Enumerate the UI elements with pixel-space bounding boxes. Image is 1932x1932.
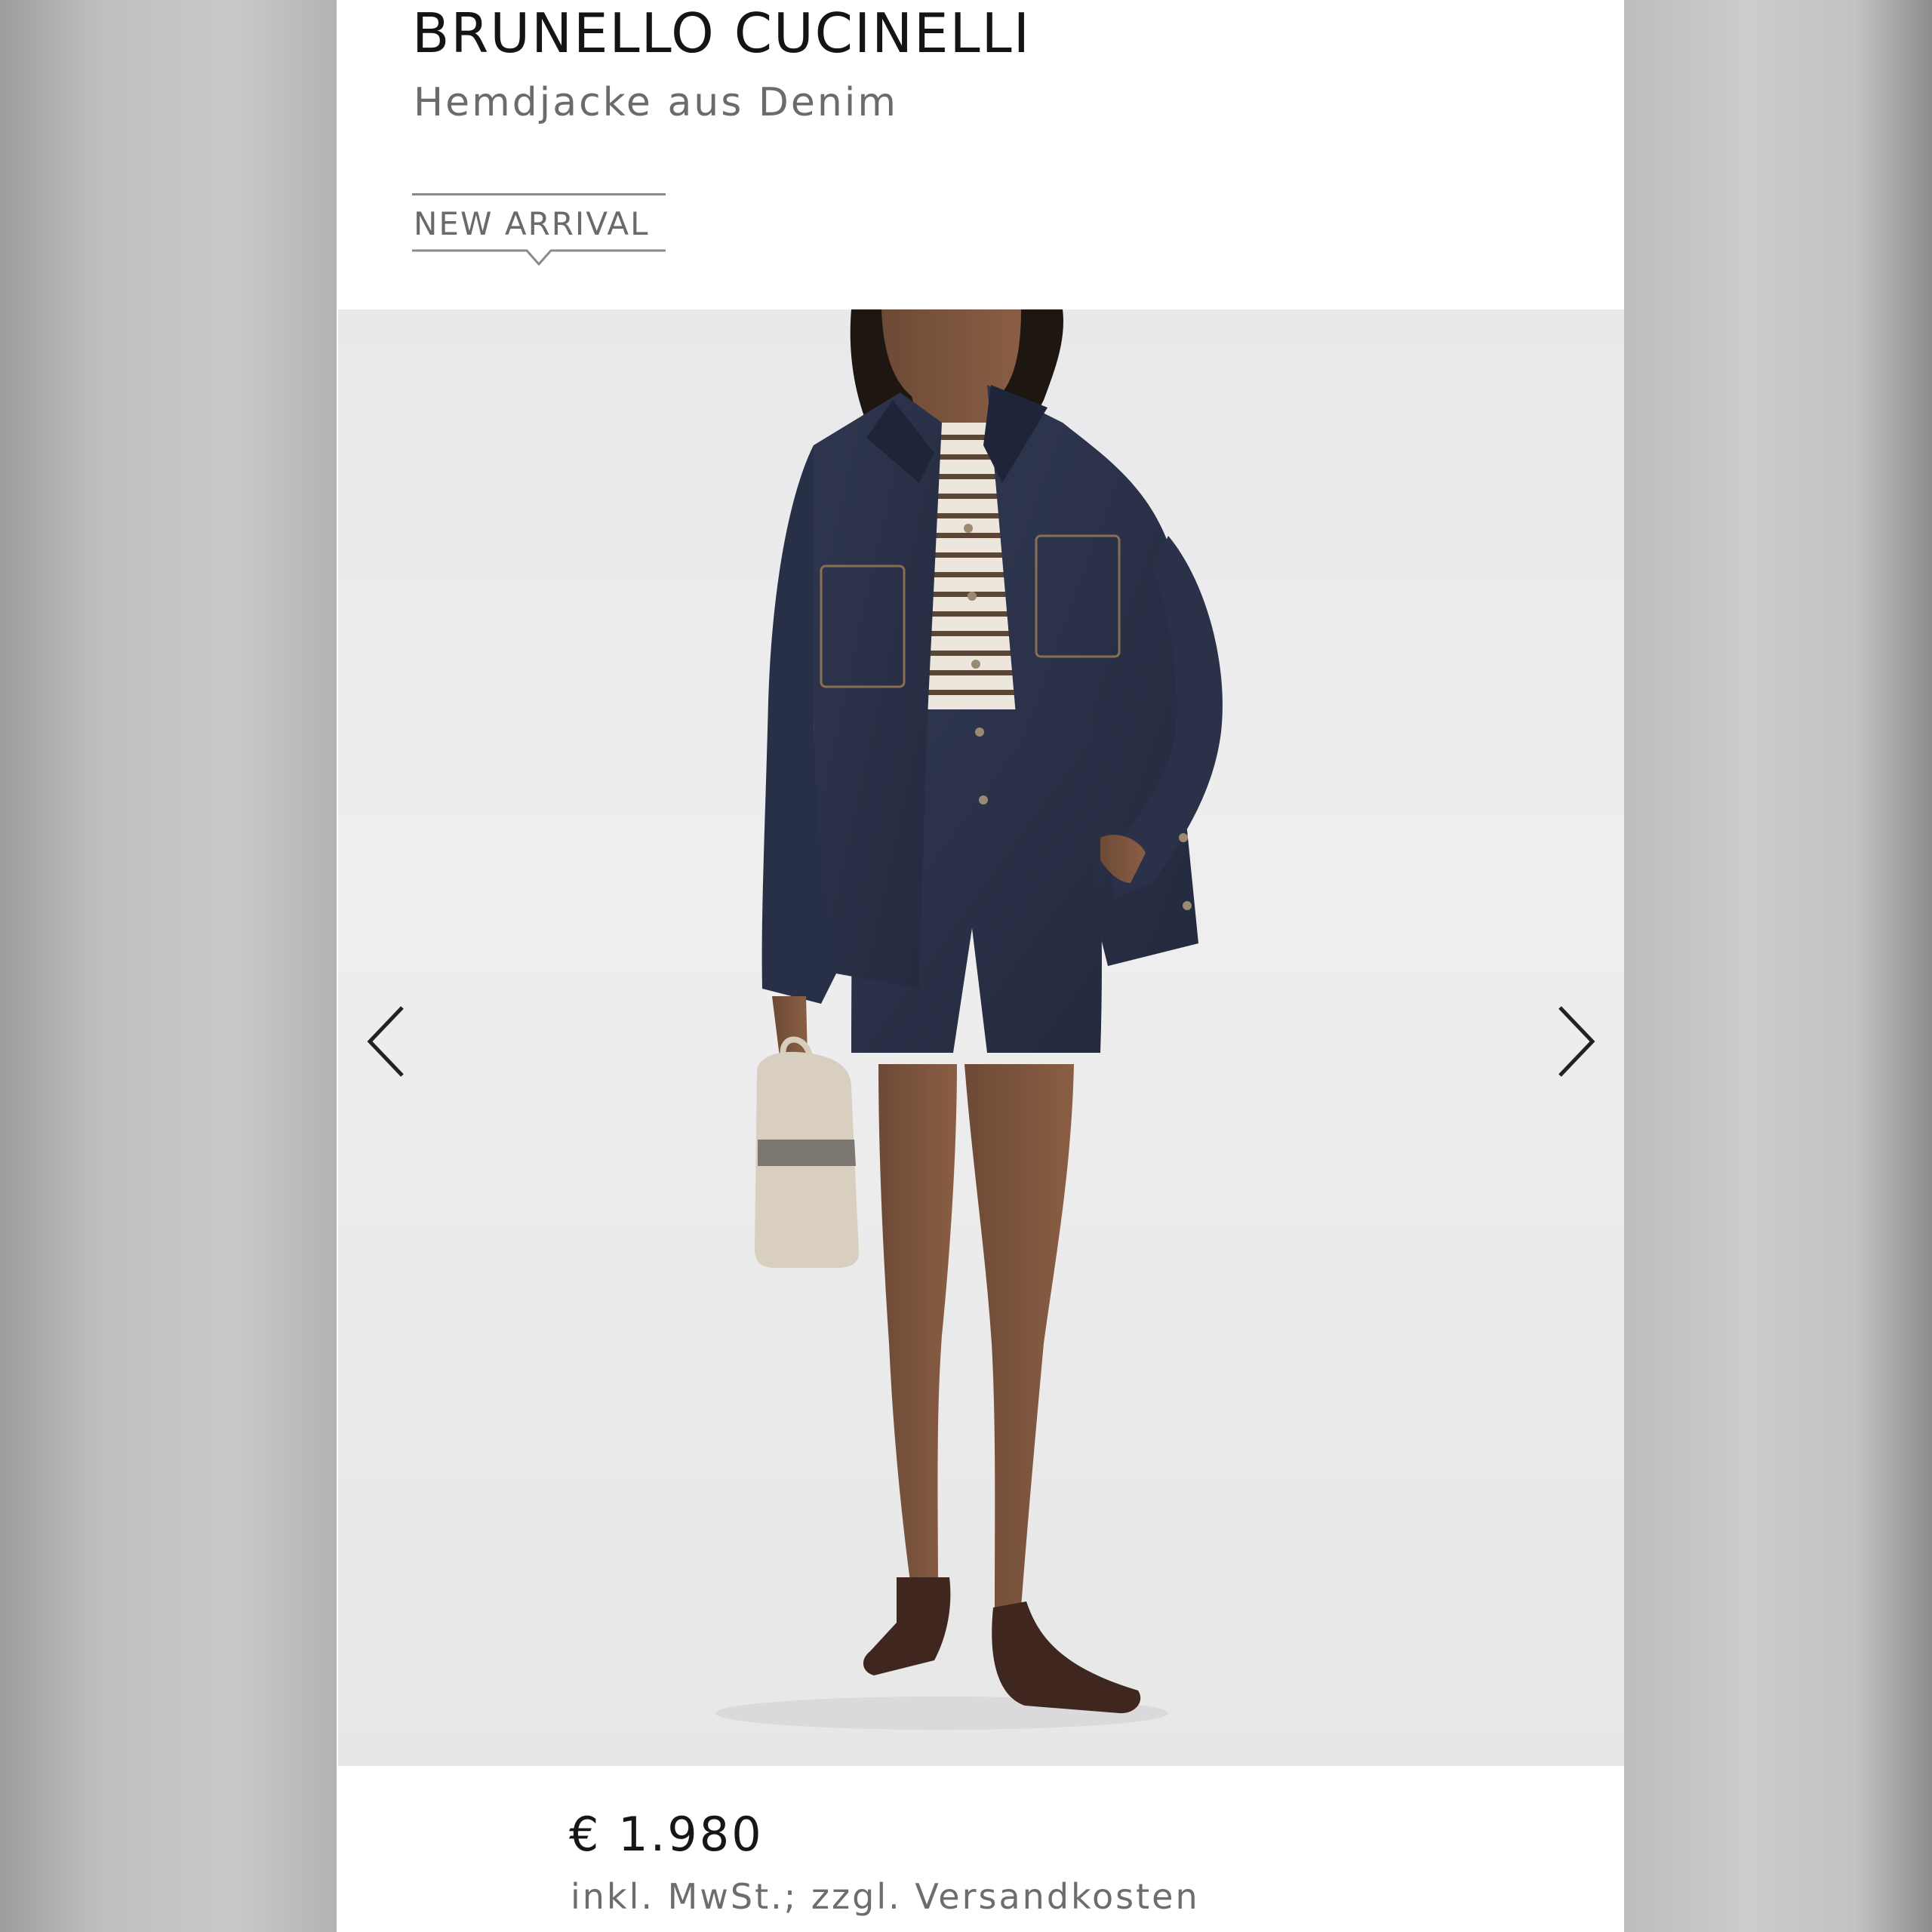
badge-pointer-rule [412,249,666,266]
new-arrival-badge: NEW ARRIVAL [412,193,666,267]
badge-top-rule [412,193,666,195]
product-name: Hemdjacke aus Denim [414,80,898,125]
chevron-right-icon [1558,1006,1595,1077]
chevron-left-icon [367,1006,404,1077]
background-right [1624,0,1932,1932]
product-price: € 1.980 [569,1807,764,1862]
model-photo [715,309,1223,1730]
next-image-button[interactable] [1541,996,1601,1087]
product-card: BRUNELLO CUCINELLI Hemdjacke aus Denim N… [337,0,1624,1932]
price-section: € 1.980 inkl. MwSt.; zzgl. Versandkosten [337,1766,1624,1932]
brand-name[interactable]: BRUNELLO CUCINELLI [412,6,1031,60]
product-image-gallery[interactable] [338,309,1624,1766]
badge-label: NEW ARRIVAL [414,205,650,242]
background-left [0,0,337,1932]
previous-image-button[interactable] [361,996,421,1087]
tax-shipping-note: inkl. MwSt.; zzgl. Versandkosten [571,1876,1200,1917]
